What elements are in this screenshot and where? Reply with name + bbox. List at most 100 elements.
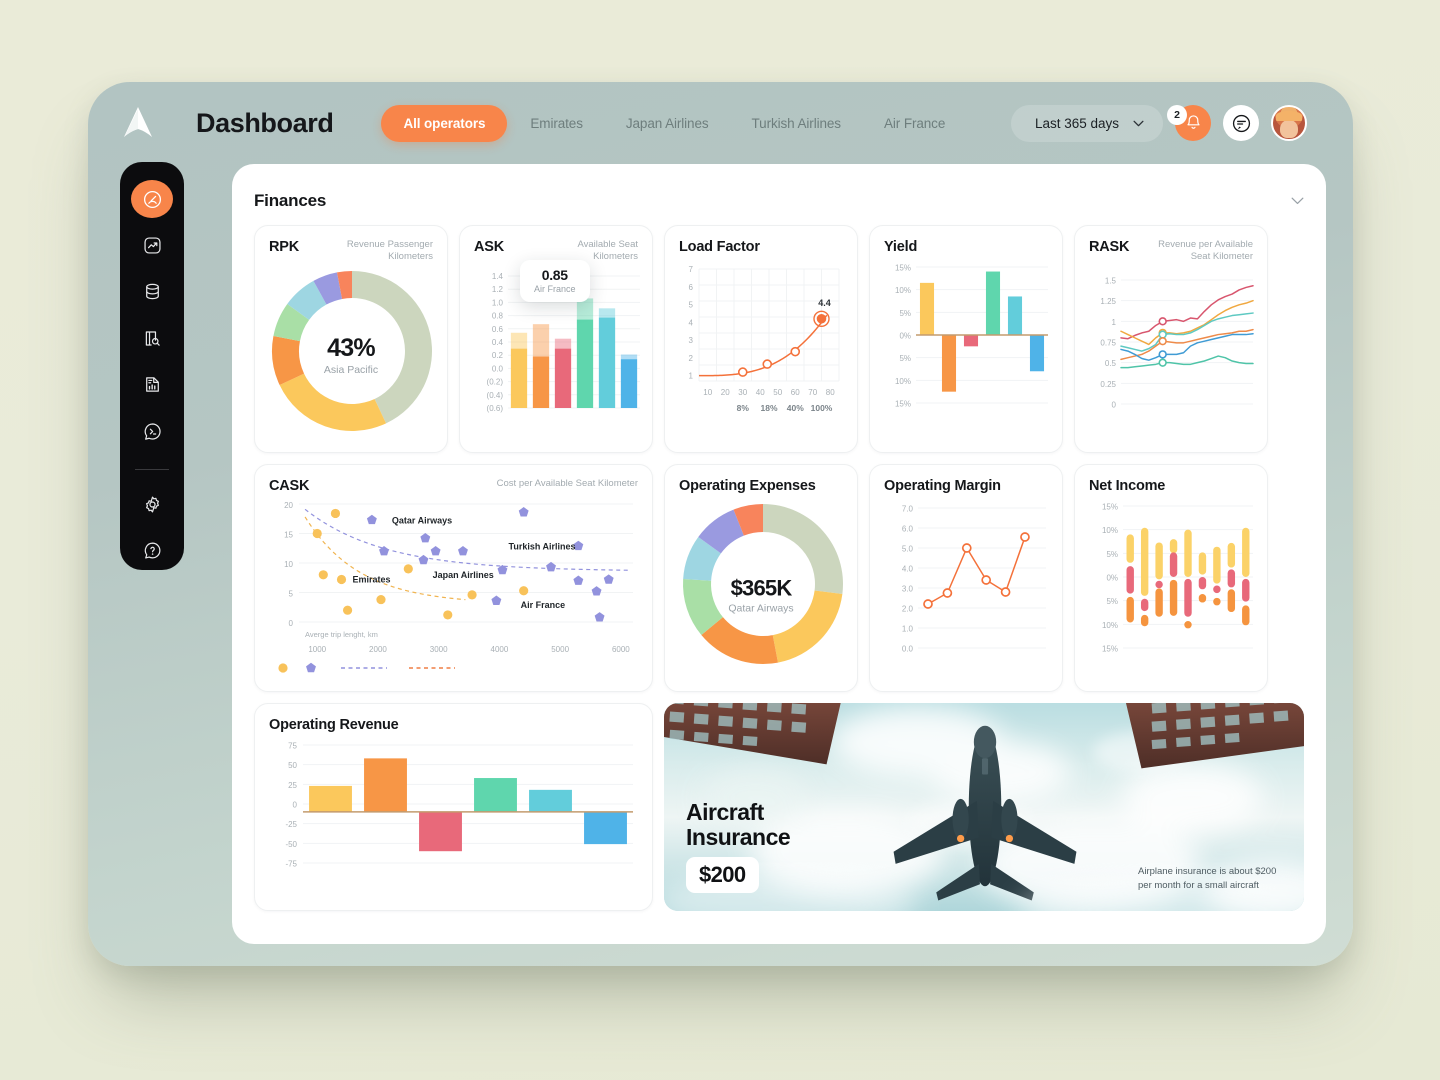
rask-y-tick: 1: [1112, 318, 1117, 327]
cask-legend-dot: [278, 663, 288, 673]
cask-trendline-0: [304, 508, 630, 571]
donut-slice-1: [279, 373, 387, 431]
lf-y-tick: 7: [689, 265, 694, 274]
cask-point-1-3: [420, 533, 431, 543]
rpk-donut-svg: [272, 270, 432, 431]
page-title: Dashboard: [196, 107, 334, 138]
opm-y-tick: 6.0: [902, 525, 914, 534]
card-net-income[interactable]: Net Income 15% 10% 5% 0% 5% 10% 15%: [1074, 464, 1268, 692]
yield-bar-1: [941, 335, 957, 392]
cask-point-0-5: [376, 594, 386, 605]
lf-x-pct: 8%: [737, 403, 750, 413]
operating-margin-chart: 7.0 6.0 5.0 4.0 3.0 2.0 1.0 0.0: [884, 494, 1048, 672]
oprev-bar-5: [584, 811, 627, 845]
card-operating-revenue[interactable]: Operating Revenue 75 50 25 0 -25 -50 -75: [254, 703, 653, 911]
card-rask[interactable]: RASK Revenue per Available Seat Kilomete…: [1074, 225, 1268, 453]
operator-tab-all[interactable]: All operators: [381, 104, 508, 142]
sidebar-item-data[interactable]: [131, 273, 173, 311]
messages-button[interactable]: [1223, 105, 1259, 141]
ni-seg-4-0: [1184, 529, 1192, 577]
yield-y-tick: 15%: [895, 264, 911, 273]
cask-x-tick: 1000: [308, 645, 326, 654]
ni-seg-2-1: [1155, 580, 1163, 589]
card-yield[interactable]: Yield 15% 10% 5% 0% 5% 10% 15%: [869, 225, 1063, 453]
rask-marker-4: [1158, 349, 1167, 359]
cask-x-tick: 2000: [369, 645, 387, 654]
device-frame: Dashboard All operators Emirates Japan A…: [88, 82, 1353, 966]
cask-x-tick: 6000: [612, 645, 630, 654]
card-operating-margin[interactable]: Operating Margin 7.0 6.0 5.0 4.0 3.0 2.0 1.0 0.…: [869, 464, 1063, 692]
card-row-1: RPK Revenue Passenger Kilometers 43% Asi…: [254, 225, 1304, 453]
cask-point-1-13: [594, 612, 605, 622]
rask-y-tick: 0.5: [1105, 359, 1117, 368]
ask-bar-3: [576, 319, 594, 408]
rask-y-tick: 1.25: [1100, 297, 1116, 306]
date-range-selector[interactable]: Last 365 days: [1010, 104, 1163, 142]
main-panel: Finances RPK Revenue Passenger Kilometer…: [232, 164, 1326, 944]
card-operating-expenses[interactable]: Operating Expenses $365K Qatar Airways: [664, 464, 858, 692]
lf-point-4: [816, 313, 827, 324]
ask-y-tick: 0.4: [492, 338, 504, 347]
ni-seg-8-2: [1242, 605, 1250, 626]
yield-bar-0: [919, 282, 935, 335]
card-rpk[interactable]: RPK Revenue Passenger Kilometers 43% Asi…: [254, 225, 448, 453]
section-collapse-chevron-icon[interactable]: [1291, 197, 1304, 205]
trending-up-icon: [143, 237, 161, 254]
lf-line: [699, 314, 828, 377]
card-load-factor[interactable]: Load Factor 7 6 5 4 3 2 1 10 20 30 40 50 60 70 80 8% 18%…: [664, 225, 858, 453]
ni-y-tick: 0%: [1106, 574, 1118, 583]
oprev-y-tick: 25: [288, 781, 297, 790]
ni-seg-2-0: [1155, 542, 1163, 580]
banner-note: Airplane insurance is about $200 per mon…: [1138, 866, 1277, 892]
ni-seg-5-1: [1198, 577, 1207, 590]
rask-y-tick: 0.75: [1100, 338, 1116, 347]
card-opex-title: Operating Expenses: [679, 478, 816, 494]
rask-y-tick: 1.5: [1105, 276, 1117, 285]
operator-tab-turkish-airlines[interactable]: Turkish Airlines: [732, 106, 861, 141]
lf-x-tick: 20: [721, 388, 730, 397]
header-actions: Last 365 days 2: [1010, 104, 1353, 142]
rask-y-tick: 0.25: [1100, 380, 1116, 389]
ask-y-tick: 0.6: [492, 324, 504, 333]
ni-seg-0-1: [1126, 566, 1134, 594]
card-ask[interactable]: ASK Available Seat Kilometers 1.4 1.2 1.0 0…: [459, 225, 653, 453]
sidebar-item-research[interactable]: [131, 319, 173, 357]
chevron-down-icon: [1133, 120, 1144, 126]
report-chart-icon: [145, 377, 159, 393]
cask-point-0-6: [403, 564, 413, 574]
sidebar-item-analytics[interactable]: [131, 226, 173, 264]
operator-tab-air-france[interactable]: Air France: [864, 106, 965, 141]
yield-y-tick: 5%: [899, 354, 911, 363]
opm-point-1: [942, 588, 953, 598]
sidebar-nav: [120, 162, 184, 570]
notifications-button[interactable]: 2: [1167, 105, 1211, 141]
sidebar-item-settings[interactable]: [131, 485, 173, 523]
gauge-icon: [143, 190, 161, 208]
oprev-bar-0: [309, 785, 352, 812]
sidebar-item-reports[interactable]: [131, 366, 173, 404]
operator-tab-japan-airlines[interactable]: Japan Airlines: [606, 106, 729, 141]
cask-legend-pentagon: [306, 662, 316, 673]
sidebar-item-console[interactable]: [131, 412, 173, 450]
operator-tab-emirates[interactable]: Emirates: [510, 106, 602, 141]
aircraft-insurance-banner[interactable]: Aircraft Insurance $200 Airplane insuran…: [664, 703, 1304, 911]
app-logo[interactable]: [88, 107, 188, 139]
cask-y-tick: 15: [284, 531, 293, 540]
sidebar-item-dashboard[interactable]: [131, 180, 173, 219]
lf-annotation: 4.4: [818, 298, 831, 308]
date-range-label: Last 365 days: [1034, 115, 1119, 131]
oprev-bar-3: [474, 778, 517, 812]
section-title: Finances: [254, 191, 327, 210]
cask-svg: 20 15 10 5 0 Averge trip lenght, km 1000 2000 30…: [278, 501, 633, 673]
card-cask[interactable]: CASK Cost per Available Seat Kilometer 2…: [254, 464, 653, 692]
lf-point-2: [762, 359, 773, 369]
lf-point-3: [790, 346, 801, 357]
cask-point-0-9: [519, 586, 529, 596]
oprev-y-tick: 50: [288, 761, 297, 770]
card-rask-title: RASK: [1089, 239, 1130, 255]
sidebar-item-help[interactable]: [131, 532, 173, 570]
ask-bar-4: [598, 317, 616, 408]
opm-point-3: [981, 575, 992, 585]
avatar[interactable]: [1271, 105, 1307, 141]
cask-point-0-2: [330, 508, 341, 519]
